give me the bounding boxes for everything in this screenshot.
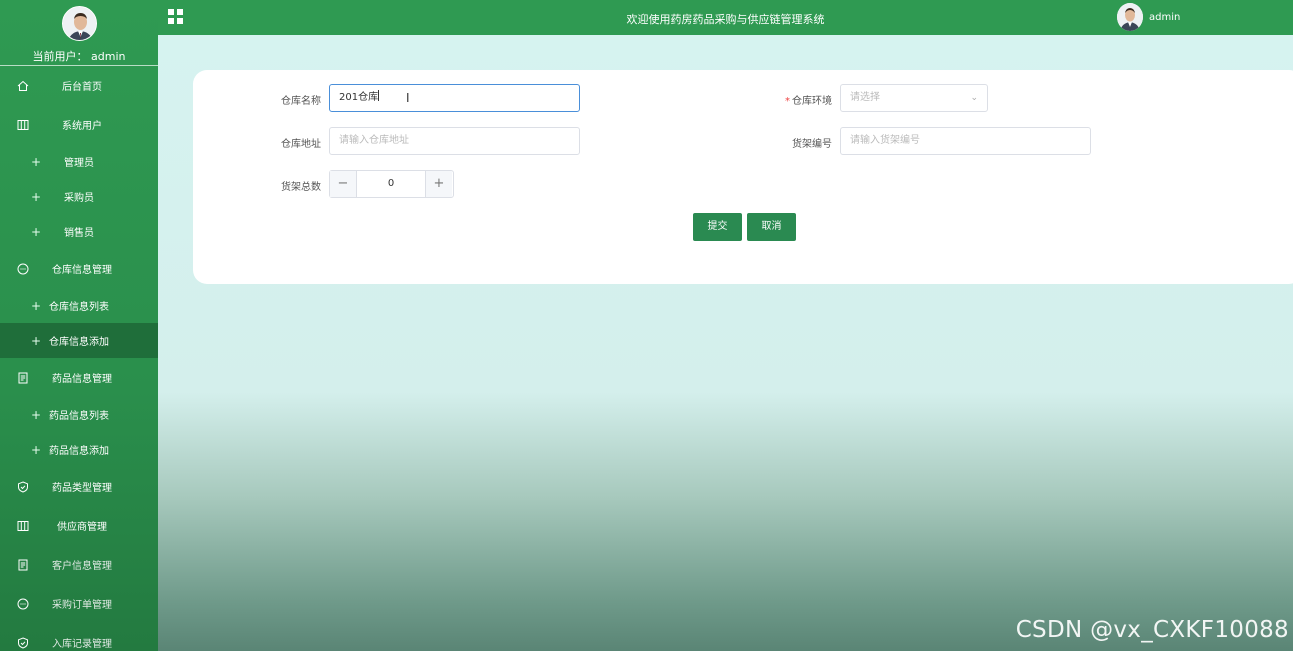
sidebar-item-label: 销售员 (64, 228, 94, 239)
shelf-number-label: 货架编号 (792, 139, 832, 150)
environment-select[interactable]: 请选择 ⌄ (840, 84, 988, 112)
sidebar-item[interactable]: 入库记录管理 (0, 623, 158, 651)
address-label: 仓库地址 (281, 139, 321, 150)
top-username[interactable]: admin (1149, 12, 1180, 23)
top-avatar[interactable] (1117, 3, 1143, 31)
shelf-total-label: 货架总数 (281, 182, 321, 193)
text-caret (378, 90, 380, 101)
sidebar-menu: 后台首页系统用户 + 管理员 + 采购员 + 销售员仓库信息管理 + 仓库信息列表 + 仓库信息添加… (0, 66, 158, 651)
sidebar-item-label: 采购订单管理 (52, 600, 112, 611)
warehouse-name-value: 201仓库 (339, 92, 379, 103)
shelf-number-input[interactable]: 请输入货架编号 (840, 127, 1091, 155)
sidebar-item-label: 入库记录管理 (52, 639, 112, 650)
sidebar-item-label: 后台首页 (62, 82, 102, 93)
avatar (62, 6, 97, 41)
shelf-total-stepper[interactable]: − 0 + (329, 170, 454, 198)
sidebar-item[interactable]: 采购订单管理 (0, 584, 158, 623)
address-placeholder: 请输入仓库地址 (339, 135, 409, 146)
sidebar-item-label: 供应商管理 (57, 522, 107, 533)
main-content: 仓库名称 201仓库 I * 仓库环境 请选择 ⌄ 仓库地址 请输入仓库地址 货架… (158, 35, 1293, 651)
sidebar-item-label: 管理员 (64, 158, 94, 169)
environment-placeholder: 请选择 (850, 92, 880, 103)
warehouse-form-card: 仓库名称 201仓库 I * 仓库环境 请选择 ⌄ 仓库地址 请输入仓库地址 货架… (193, 70, 1293, 284)
sidebar-item-label: 药品信息添加 (49, 446, 109, 457)
sidebar-item-label: 药品类型管理 (52, 483, 112, 494)
sidebar-item[interactable]: 客户信息管理 (0, 545, 158, 584)
sidebar-item[interactable]: 供应商管理 (0, 506, 158, 545)
sidebar-user-panel: 当前用户： admin (0, 0, 158, 66)
sidebar: 当前用户： admin 后台首页系统用户 + 管理员 + 采购员 + 销售员仓库信息管理 + 仓… (0, 0, 158, 651)
sidebar-item[interactable]: 仓库信息管理 (0, 249, 158, 288)
watermark: CSDN @vx_CXKF10088 (1015, 617, 1289, 643)
sidebar-item-label: 仓库信息列表 (49, 302, 109, 313)
increment-button[interactable]: + (425, 171, 452, 197)
decrement-button[interactable]: − (330, 171, 357, 197)
environment-label-text: 仓库环境 (792, 96, 832, 107)
sidebar-item[interactable]: + 仓库信息添加 (0, 323, 158, 358)
cancel-button[interactable]: 取消 (747, 213, 796, 241)
sidebar-item-label: 客户信息管理 (52, 561, 112, 572)
warehouse-name-label: 仓库名称 (281, 96, 321, 107)
sidebar-item[interactable]: + 药品信息列表 (0, 397, 158, 432)
sidebar-item-label: 药品信息列表 (49, 411, 109, 422)
sidebar-item-label: 仓库信息添加 (49, 337, 109, 348)
sidebar-item[interactable]: + 仓库信息列表 (0, 288, 158, 323)
address-input[interactable]: 请输入仓库地址 (329, 127, 580, 155)
sidebar-item[interactable]: + 采购员 (0, 179, 158, 214)
sidebar-item[interactable]: 药品信息管理 (0, 358, 158, 397)
sidebar-item[interactable]: 药品类型管理 (0, 467, 158, 506)
sidebar-item[interactable]: 系统用户 (0, 105, 158, 144)
top-bar: 欢迎使用药房药品采购与供应链管理系统 admin (158, 0, 1293, 35)
sidebar-item[interactable]: + 药品信息添加 (0, 432, 158, 467)
ibeam-cursor-icon: I (406, 91, 410, 105)
chevron-down-icon: ⌄ (970, 93, 978, 103)
shelf-total-value[interactable]: 0 (357, 171, 425, 197)
environment-label: * 仓库环境 (742, 92, 832, 107)
current-user-label: 当前用户： admin (32, 50, 126, 63)
submit-button[interactable]: 提交 (693, 213, 742, 241)
sidebar-item-label: 采购员 (64, 193, 94, 204)
sidebar-item[interactable]: + 销售员 (0, 214, 158, 249)
sidebar-item[interactable]: + 管理员 (0, 144, 158, 179)
sidebar-item-label: 仓库信息管理 (52, 265, 112, 276)
required-mark: * (785, 96, 790, 107)
sidebar-item-label: 药品信息管理 (52, 374, 112, 385)
shelf-number-placeholder: 请输入货架编号 (850, 135, 920, 146)
warehouse-name-input[interactable]: 201仓库 I (329, 84, 580, 112)
sidebar-item-label: 系统用户 (62, 121, 102, 132)
sidebar-item[interactable]: 后台首页 (0, 66, 158, 105)
